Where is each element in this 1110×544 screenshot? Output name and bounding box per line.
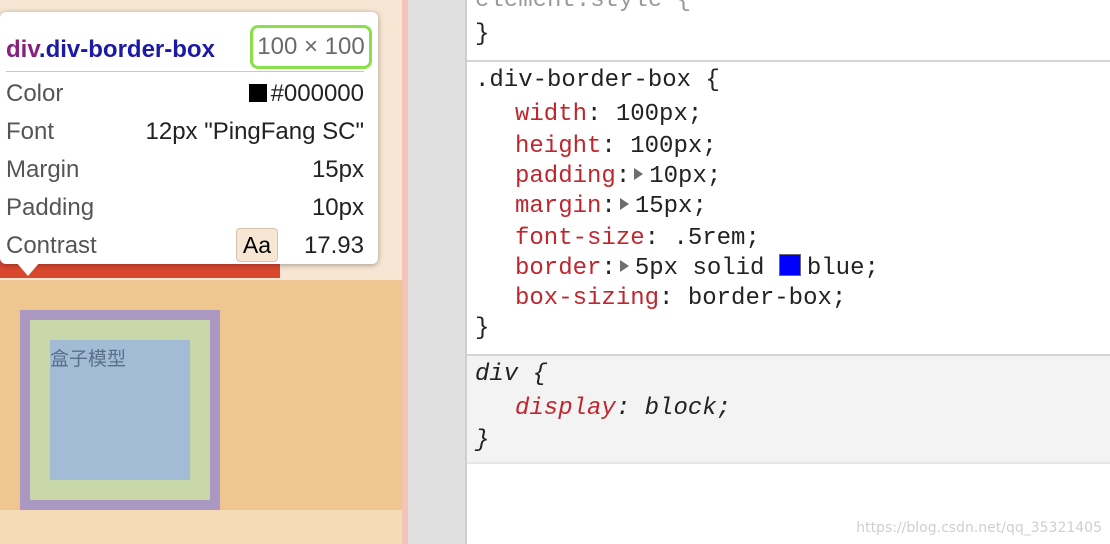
decl-display: display: block;	[515, 395, 732, 422]
tooltip-divider	[6, 71, 364, 72]
tooltip-class: .div-border-box	[38, 36, 215, 63]
tooltip-color-value-wrap: #000000	[248, 80, 364, 108]
decl-height-value[interactable]: 100px;	[630, 133, 716, 160]
decl-border-color[interactable]: blue;	[807, 255, 879, 282]
tooltip-font-label: Font	[6, 118, 55, 145]
ua-rule-close: }	[475, 427, 490, 454]
tooltip-margin-label: Margin	[6, 156, 80, 183]
tooltip-padding-value: 10px	[311, 194, 364, 221]
tooltip-contrast-label: Contrast	[6, 232, 97, 259]
color-swatch-icon[interactable]	[778, 254, 801, 276]
tooltip-row-font: Font 12px "PingFang SC"	[6, 118, 364, 154]
decl-padding-value[interactable]: 10px;	[649, 163, 721, 190]
decl-margin[interactable]: margin: 15px;	[515, 192, 707, 222]
tooltip-color-value: #000000	[270, 80, 364, 107]
rule-separator	[467, 462, 1110, 464]
decl-box-sizing[interactable]: box-sizing: border-box;	[515, 284, 846, 314]
tooltip-selector: div.div-border-box	[6, 36, 215, 64]
decl-height[interactable]: height: 100px;	[515, 132, 717, 162]
rule-selector[interactable]: .div-border-box {	[475, 66, 720, 96]
decl-padding[interactable]: padding: 10px;	[515, 162, 721, 192]
decl-padding-prop[interactable]: padding	[515, 163, 616, 190]
tooltip-row-padding: Padding 10px	[6, 194, 364, 230]
styles-pane: element.style { } .div-border-box { widt…	[467, 0, 1110, 544]
color-swatch-icon	[248, 84, 267, 102]
tooltip-row-contrast: Contrast Aa 17.93	[6, 228, 364, 268]
tooltip-tag: div	[6, 36, 39, 63]
expand-triangle-icon[interactable]	[634, 168, 644, 180]
element-style-selector[interactable]: element.style {	[475, 0, 691, 16]
decl-border-prop[interactable]: border	[515, 255, 601, 282]
decl-display-value: block;	[644, 395, 732, 422]
box-model-text: 盒子模型	[50, 348, 127, 370]
tooltip-padding-label: Padding	[6, 194, 95, 221]
pane-divider[interactable]	[408, 0, 466, 544]
decl-height-prop[interactable]: height	[515, 133, 601, 160]
inspect-tooltip: div.div-border-box 100 × 100 Color #0000…	[0, 12, 378, 264]
decl-display-prop: display	[515, 395, 616, 422]
expand-triangle-icon[interactable]	[619, 198, 629, 210]
decl-box-sizing-prop[interactable]: box-sizing	[515, 285, 659, 312]
decl-border[interactable]: border: 5px solid blue;	[515, 254, 879, 284]
tooltip-size: 100 × 100	[250, 25, 372, 69]
decl-font-size-prop[interactable]: font-size	[515, 225, 645, 252]
element-style-close: }	[475, 21, 490, 48]
decl-border-value[interactable]: 5px solid	[635, 255, 779, 282]
decl-font-size-value[interactable]: .5rem;	[673, 225, 759, 252]
tooltip-margin-value: 15px	[311, 156, 364, 183]
decl-font-size[interactable]: font-size: .5rem;	[515, 224, 760, 254]
decl-margin-prop[interactable]: margin	[515, 193, 601, 220]
decl-margin-value[interactable]: 15px;	[635, 193, 707, 220]
decl-width-value[interactable]: 100px;	[616, 101, 702, 128]
rule-separator	[467, 60, 1110, 62]
contrast-aa-badge: Aa	[236, 228, 278, 262]
tooltip-row-color: Color #000000	[6, 80, 364, 116]
tooltip-arrow	[16, 262, 40, 276]
decl-width[interactable]: width: 100px;	[515, 100, 702, 130]
rule-close: }	[475, 315, 490, 342]
tooltip-contrast-value: 17.93	[303, 232, 364, 259]
tooltip-row-margin: Margin 15px	[6, 156, 364, 192]
ua-rule-selector: div {	[475, 361, 548, 388]
watermark: https://blog.csdn.net/qq_35321405	[856, 520, 1102, 536]
user-agent-rule: div { display: block; }	[467, 356, 1110, 462]
decl-box-sizing-value[interactable]: border-box;	[688, 285, 846, 312]
tooltip-font-value: 12px "PingFang SC"	[145, 118, 365, 145]
tooltip-color-label: Color	[6, 80, 64, 107]
expand-triangle-icon[interactable]	[619, 260, 629, 272]
decl-width-prop[interactable]: width	[515, 101, 587, 128]
